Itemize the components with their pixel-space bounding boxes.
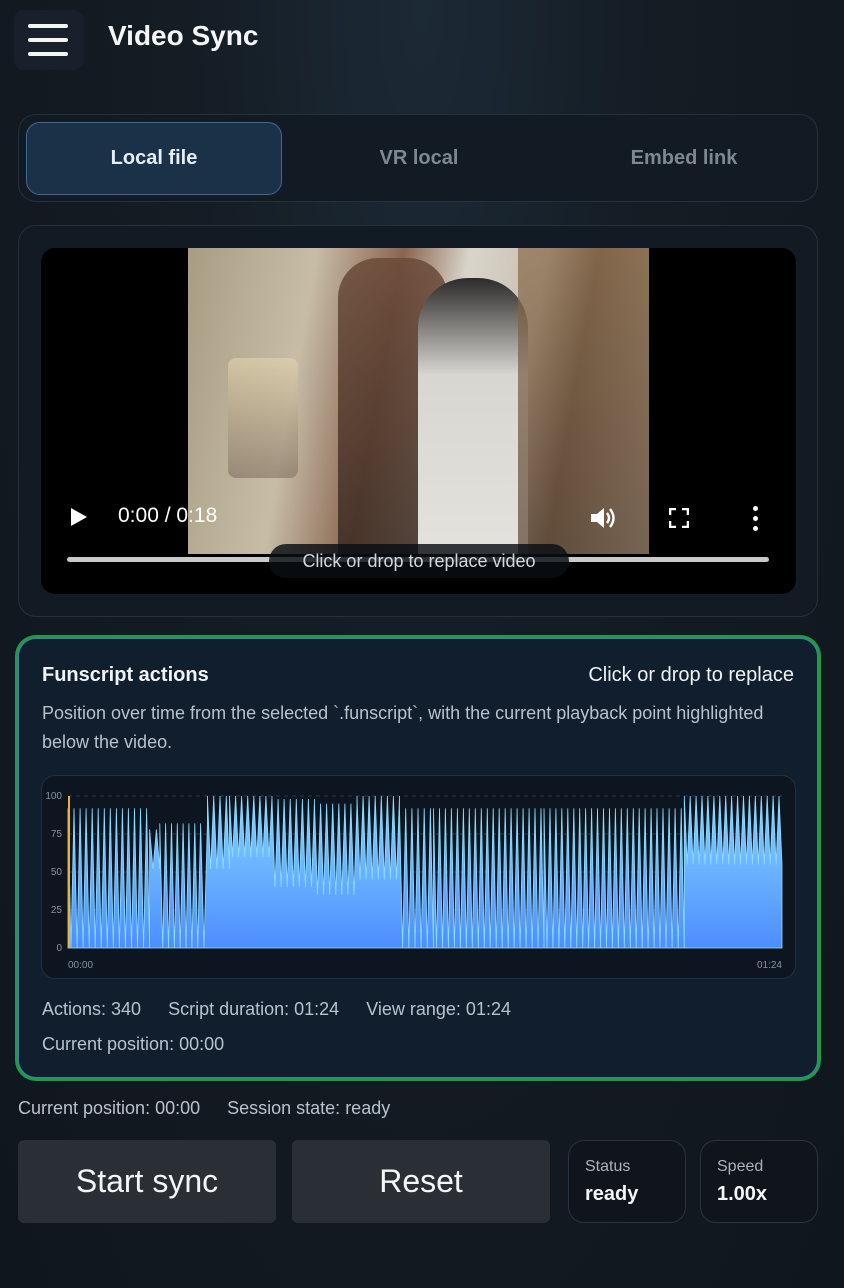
top-bar: Video Sync <box>0 0 844 80</box>
y-tick-label: 0 <box>56 943 62 954</box>
funscript-description: Position over time from the selected `.f… <box>42 703 764 752</box>
x-tick-label: 01:24 <box>757 960 782 971</box>
y-tick-label: 25 <box>51 905 63 916</box>
menu-icon-line <box>28 52 68 56</box>
y-tick-label: 75 <box>51 829 63 840</box>
session-status-line: Current position: 00:00 Session state: r… <box>18 1098 412 1119</box>
funscript-stats: Actions: 340 Script duration: 01:24 View… <box>42 999 533 1020</box>
reset-button[interactable]: Reset <box>292 1140 550 1223</box>
video-frame <box>188 248 649 554</box>
x-tick-label: 00:00 <box>68 960 93 971</box>
status-value: ready <box>585 1183 639 1205</box>
source-tabs: Local file VR local Embed link <box>18 114 818 202</box>
menu-icon-line <box>28 38 68 42</box>
speed-box: Speed 1.00x <box>700 1140 818 1223</box>
view-range: View range: 01:24 <box>366 999 511 1019</box>
tab-embed-link[interactable]: Embed link <box>556 122 812 195</box>
funscript-chart[interactable]: 100 75 50 25 0 00:00 01:24 <box>41 775 796 979</box>
status-label: Status <box>585 1158 631 1175</box>
session-current-position: Current position: 00:00 <box>18 1098 201 1118</box>
funscript-chart-svg: 100 75 50 25 0 00:00 01:24 <box>45 791 782 971</box>
hamburger-menu-button[interactable] <box>14 10 84 70</box>
funscript-title: Funscript actions <box>42 664 209 686</box>
fullscreen-icon[interactable] <box>669 508 689 528</box>
status-box: Status ready <box>568 1140 686 1223</box>
funscript-replace-hint[interactable]: Click or drop to replace <box>588 664 794 687</box>
menu-icon-line <box>28 24 68 28</box>
start-sync-button[interactable]: Start sync <box>18 1140 276 1223</box>
speed-label: Speed <box>717 1158 764 1175</box>
replace-video-hint[interactable]: Click or drop to replace video <box>269 544 569 578</box>
y-tick-label: 50 <box>51 867 63 878</box>
tab-vr-local[interactable]: VR local <box>291 122 547 195</box>
video-time: 0:00 / 0:18 <box>118 504 218 527</box>
funscript-card[interactable]: Funscript actions Click or drop to repla… <box>18 638 818 1078</box>
y-tick-label: 100 <box>45 791 62 802</box>
video-card: 0:00 / 0:18 Click or drop to replace vid… <box>18 225 818 617</box>
more-options-icon[interactable] <box>751 506 759 532</box>
app-title: Video Sync <box>108 20 259 51</box>
volume-icon[interactable] <box>589 506 617 530</box>
play-icon[interactable] <box>71 508 87 526</box>
actions-count: Actions: 340 <box>42 999 142 1019</box>
tab-local-file[interactable]: Local file <box>26 122 282 195</box>
speed-value: 1.00x <box>717 1183 768 1205</box>
video-player[interactable]: 0:00 / 0:18 Click or drop to replace vid… <box>41 248 796 594</box>
funscript-current-position: Current position: 00:00 <box>42 1034 225 1054</box>
script-duration: Script duration: 01:24 <box>168 999 340 1019</box>
session-state: Session state: ready <box>227 1098 391 1118</box>
